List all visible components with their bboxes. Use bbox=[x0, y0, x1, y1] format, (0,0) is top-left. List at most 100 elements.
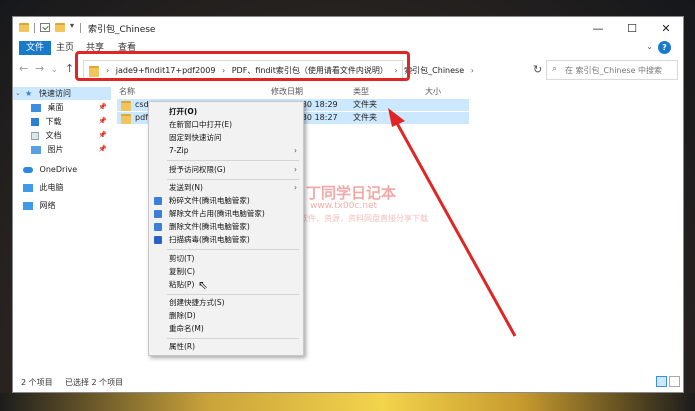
context-menu: 打开(O) 在新窗口中打开(E) 固定到快速访问 7-Zip › 授予访问权限(G… bbox=[148, 101, 304, 356]
menu-item-shred[interactable]: 粉碎文件(腾讯电脑管家) bbox=[149, 195, 303, 207]
nav-item-this-pc[interactable]: 此电脑 bbox=[23, 181, 113, 194]
folder-icon bbox=[121, 101, 131, 111]
watermark-url: www.tx00c.net bbox=[310, 201, 378, 211]
chevron-down-icon[interactable]: ⌄ bbox=[15, 87, 21, 100]
shield-icon bbox=[154, 236, 162, 244]
network-icon bbox=[23, 201, 33, 210]
menu-item-give-access[interactable]: 授予访问权限(G) › bbox=[149, 164, 303, 176]
menu-item-open[interactable]: 打开(O) bbox=[149, 106, 303, 118]
menu-item-open-new-window[interactable]: 在新窗口中打开(E) bbox=[149, 119, 303, 131]
column-header-type[interactable]: 类型 bbox=[353, 85, 369, 99]
cloud-icon bbox=[23, 166, 33, 173]
properties-icon[interactable] bbox=[40, 23, 50, 32]
pin-icon: 📌 bbox=[98, 103, 107, 111]
search-input[interactable]: ⌕ 在 索引包_Chinese 中搜索 bbox=[546, 60, 678, 80]
item-count: 2 个项目 bbox=[21, 378, 53, 387]
menu-item-cut[interactable]: 剪切(T) bbox=[149, 253, 303, 265]
nav-item-network[interactable]: 网络 bbox=[23, 199, 113, 212]
selection-count: 已选择 2 个项目 bbox=[65, 378, 124, 387]
delete-icon bbox=[154, 223, 162, 231]
nav-item-label: 下载 bbox=[45, 117, 62, 126]
tab-file[interactable]: 文件 bbox=[19, 41, 52, 55]
file-type: 文件夹 bbox=[353, 113, 377, 122]
menu-item-send-to[interactable]: 发送到(N) › bbox=[149, 182, 303, 194]
nav-item-label: 快速访问 bbox=[39, 89, 71, 98]
divider bbox=[34, 23, 35, 33]
file-name: pdf bbox=[135, 113, 148, 122]
nav-item-label: 桌面 bbox=[47, 103, 64, 112]
menu-divider bbox=[167, 249, 299, 250]
menu-divider bbox=[167, 179, 299, 180]
title-bar: ▾ 索引包_Chinese — ☐ ✕ bbox=[13, 17, 683, 39]
star-icon: ★ bbox=[25, 89, 33, 98]
help-button[interactable]: ? bbox=[658, 41, 671, 54]
nav-item-label: OneDrive bbox=[39, 165, 78, 174]
download-icon bbox=[31, 117, 39, 126]
document-icon bbox=[31, 131, 39, 140]
refresh-icon[interactable]: ↻ bbox=[533, 63, 542, 76]
menu-item-copy[interactable]: 复制(C) bbox=[149, 266, 303, 278]
nav-item-onedrive[interactable]: OneDrive bbox=[23, 163, 113, 176]
pin-icon: 📌 bbox=[98, 117, 107, 125]
large-icons-view-icon[interactable] bbox=[669, 376, 680, 387]
menu-item-delete-file[interactable]: 删除文件(腾讯电脑管家) bbox=[149, 221, 303, 233]
column-header-name[interactable]: 名称 bbox=[119, 85, 135, 99]
file-name: csd bbox=[135, 100, 149, 109]
nav-item-label: 网络 bbox=[39, 201, 56, 210]
nav-item-documents[interactable]: 文档 📌 bbox=[31, 129, 111, 142]
divider bbox=[80, 23, 81, 33]
menu-item-properties[interactable]: 属性(R) bbox=[149, 341, 303, 353]
menu-item-pin-quick-access[interactable]: 固定到快速访问 bbox=[149, 132, 303, 144]
minimize-button[interactable]: — bbox=[581, 17, 615, 39]
column-header-size[interactable]: 大小 bbox=[425, 85, 441, 99]
nav-item-pictures[interactable]: 图片 📌 bbox=[31, 143, 111, 156]
nav-item-desktop[interactable]: 桌面 📌 bbox=[31, 101, 111, 114]
folder-icon bbox=[19, 23, 29, 32]
address-highlight-box bbox=[75, 51, 410, 81]
nav-item-label: 图片 bbox=[47, 145, 64, 154]
chevron-down-icon[interactable]: ⌄ bbox=[51, 65, 58, 74]
column-header-date[interactable]: 修改日期 bbox=[271, 85, 303, 99]
menu-item-scan-virus[interactable]: 扫描病毒(腾讯电脑管家) bbox=[149, 234, 303, 246]
pin-icon: 📌 bbox=[98, 145, 107, 153]
close-button[interactable]: ✕ bbox=[649, 17, 683, 39]
chevron-right-icon: › bbox=[294, 146, 297, 155]
watermark-title: 丁同学日记本 bbox=[306, 184, 397, 202]
details-view-icon[interactable] bbox=[656, 376, 667, 387]
watermark-subtitle: 软件、资源，资料网盘直接分享下载 bbox=[300, 214, 428, 223]
nav-item-label: 此电脑 bbox=[39, 183, 64, 192]
new-folder-icon[interactable] bbox=[55, 23, 65, 32]
chevron-down-icon[interactable]: ⌄ bbox=[646, 42, 653, 51]
pin-icon: 📌 bbox=[98, 131, 107, 139]
computer-icon bbox=[23, 183, 33, 192]
desktop-icon bbox=[31, 103, 41, 112]
menu-item-paste[interactable]: 粘贴(P) bbox=[149, 279, 303, 291]
chevron-right-icon: › bbox=[294, 183, 297, 192]
forward-arrow-icon[interactable]: → bbox=[35, 62, 44, 75]
status-bar: 2 个项目 已选择 2 个项目 bbox=[13, 372, 683, 392]
up-arrow-icon[interactable]: ↑ bbox=[65, 62, 74, 75]
menu-divider bbox=[167, 160, 299, 161]
nav-item-label: 文档 bbox=[45, 131, 62, 140]
menu-item-create-shortcut[interactable]: 创建快捷方式(S) bbox=[149, 297, 303, 309]
maximize-button[interactable]: ☐ bbox=[615, 17, 649, 39]
menu-item-delete[interactable]: 删除(D) bbox=[149, 310, 303, 322]
menu-item-7zip[interactable]: 7-Zip › bbox=[149, 145, 303, 157]
chevron-down-icon[interactable]: ▾ bbox=[70, 21, 74, 30]
menu-item-rename[interactable]: 重命名(M) bbox=[149, 323, 303, 335]
chevron-right-icon[interactable]: › bbox=[471, 66, 474, 75]
nav-item-quick-access[interactable]: ⌄ ★ 快速访问 bbox=[13, 87, 111, 100]
menu-item-unlock[interactable]: 解除文件占用(腾讯电脑管家) bbox=[149, 208, 303, 220]
folder-icon bbox=[121, 114, 131, 124]
window-title: 索引包_Chinese bbox=[88, 25, 156, 35]
nav-item-downloads[interactable]: 下载 📌 bbox=[31, 115, 111, 128]
file-type: 文件夹 bbox=[353, 100, 377, 109]
search-icon: ⌕ bbox=[552, 64, 558, 74]
menu-divider bbox=[167, 338, 299, 339]
back-arrow-icon[interactable]: ← bbox=[19, 62, 28, 75]
menu-divider bbox=[167, 294, 299, 295]
desktop-wallpaper-strip bbox=[0, 393, 695, 411]
picture-icon bbox=[31, 145, 41, 154]
chevron-right-icon: › bbox=[294, 165, 297, 174]
navigation-pane: ⌄ ★ 快速访问 桌面 📌 下载 📌 文档 📌 图片 📌 OneDrive 此电… bbox=[13, 85, 111, 372]
